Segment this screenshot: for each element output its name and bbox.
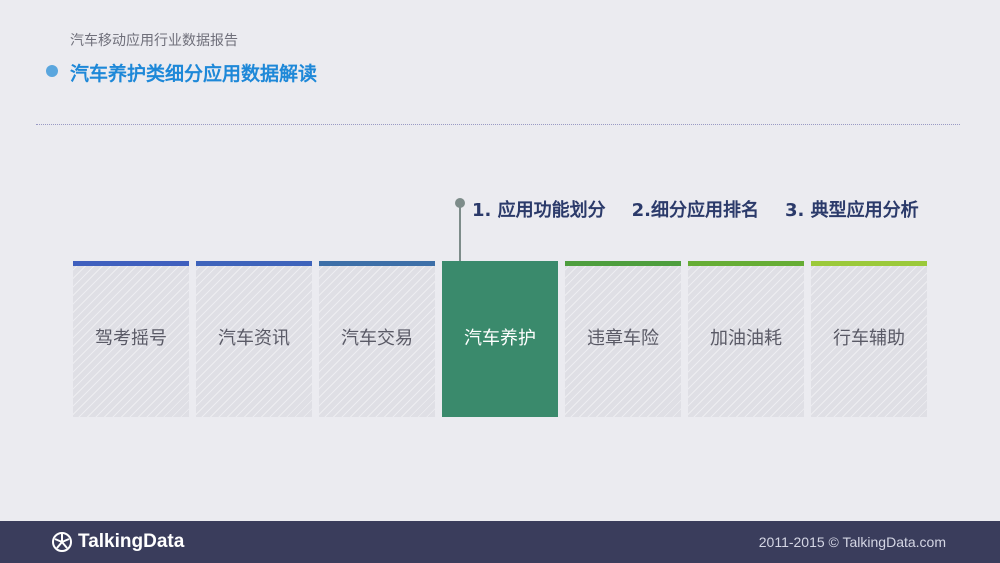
category-card-car-trading[interactable]: 汽车交易 <box>319 261 435 417</box>
card-label: 驾考摇号 <box>95 328 167 349</box>
category-card-car-news[interactable]: 汽车资讯 <box>196 261 312 417</box>
report-title: 汽车移动应用行业数据报告 <box>70 33 238 49</box>
card-label: 汽车养护 <box>464 328 536 349</box>
card-top-bar <box>688 261 804 266</box>
card-label: 加油油耗 <box>710 328 782 349</box>
step-1-function-division[interactable]: 1. 应用功能划分 <box>472 196 606 222</box>
card-top-bar <box>73 261 189 266</box>
step-pin-line <box>459 206 461 262</box>
copyright-text: 2011-2015 © TalkingData.com <box>758 534 946 550</box>
section-title: 汽车养护类细分应用数据解读 <box>70 63 318 85</box>
category-card-car-maintenance[interactable]: 汽车养护 <box>442 261 558 417</box>
category-card-violation-insurance[interactable]: 违章车险 <box>565 261 681 417</box>
card-label: 违章车险 <box>587 328 659 349</box>
dotted-divider <box>36 124 960 125</box>
card-top-bar <box>196 261 312 266</box>
step-3-app-analysis[interactable]: 3. 典型应用分析 <box>785 196 919 222</box>
card-top-bar <box>811 261 927 266</box>
category-card-driving-test[interactable]: 驾考摇号 <box>73 261 189 417</box>
footer-bar: TalkingData 2011-2015 © TalkingData.com <box>0 521 1000 563</box>
talkingdata-logo-icon <box>52 532 72 552</box>
step-navigation: 1. 应用功能划分 2.细分应用排名 3. 典型应用分析 <box>472 196 919 222</box>
category-card-driving-assist[interactable]: 行车辅助 <box>811 261 927 417</box>
category-card-fuel[interactable]: 加油油耗 <box>688 261 804 417</box>
section-bullet-dot <box>46 65 58 77</box>
card-top-bar <box>565 261 681 266</box>
category-cards: 驾考摇号 汽车资讯 汽车交易 汽车养护 违章车险 加油油耗 行车辅助 <box>73 261 927 417</box>
card-top-bar <box>319 261 435 266</box>
logo-text: TalkingData <box>78 531 185 552</box>
step-2-app-ranking[interactable]: 2.细分应用排名 <box>632 196 759 222</box>
card-label: 行车辅助 <box>833 328 905 349</box>
card-label: 汽车资讯 <box>218 328 290 349</box>
card-label: 汽车交易 <box>341 328 413 349</box>
talkingdata-logo: TalkingData <box>52 531 184 553</box>
